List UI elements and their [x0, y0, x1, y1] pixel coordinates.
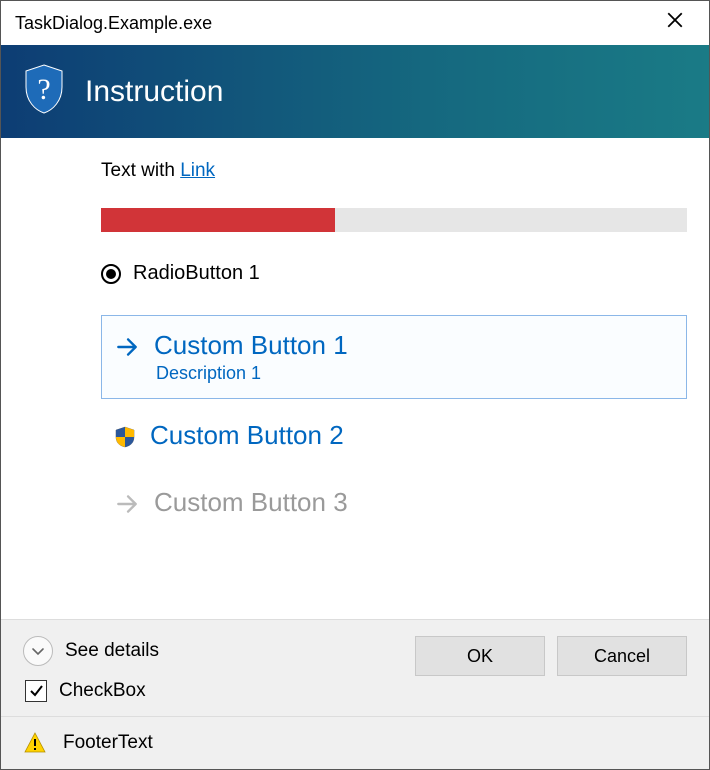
dialog-footer-controls: See details CheckBox OK Cancel: [1, 619, 709, 716]
arrow-right-icon: [114, 491, 140, 522]
arrow-right-icon: [114, 334, 140, 365]
radio-label: RadioButton 1: [133, 262, 260, 285]
verification-checkbox[interactable]: CheckBox: [25, 680, 159, 702]
command-link-title: Custom Button 1: [154, 330, 348, 361]
instruction-text: Instruction: [85, 75, 223, 109]
shield-question-icon: ?: [23, 63, 65, 120]
command-link-title: Custom Button 3: [154, 487, 348, 518]
window-title: TaskDialog.Example.exe: [15, 13, 212, 34]
chevron-down-icon: [23, 636, 53, 666]
command-link-description: Description 1: [156, 363, 348, 384]
body-text: Text with Link: [101, 160, 687, 182]
progress-fill: [101, 208, 335, 232]
uac-shield-icon: [114, 426, 136, 448]
ok-button[interactable]: OK: [415, 636, 545, 676]
title-bar: TaskDialog.Example.exe: [1, 1, 709, 45]
command-link-title: Custom Button 2: [150, 420, 344, 451]
cancel-button[interactable]: Cancel: [557, 636, 687, 676]
dialog-header: ? Instruction: [1, 45, 709, 138]
command-link-1[interactable]: Custom Button 1 Description 1: [101, 315, 687, 399]
radio-button-1[interactable]: RadioButton 1: [101, 262, 687, 285]
command-link-2[interactable]: Custom Button 2: [101, 405, 687, 466]
dialog-footer-text: FooterText: [1, 716, 709, 769]
command-links: Custom Button 1 Description 1 Custom But…: [101, 315, 687, 537]
dialog-content: Text with Link RadioButton 1 Custom Butt…: [1, 138, 709, 619]
footer-text: FooterText: [63, 732, 153, 754]
expand-toggle[interactable]: See details: [23, 636, 159, 666]
checkbox-label: CheckBox: [59, 680, 146, 702]
radio-icon: [101, 264, 121, 284]
warning-icon: [23, 731, 47, 755]
close-icon[interactable]: [655, 11, 695, 35]
body-text-prefix: Text with: [101, 160, 180, 181]
checkbox-icon: [25, 680, 47, 702]
expand-label: See details: [65, 640, 159, 662]
progress-bar: [101, 208, 687, 232]
command-link-3: Custom Button 3: [101, 472, 687, 537]
body-link[interactable]: Link: [180, 160, 215, 181]
svg-text:?: ?: [37, 73, 50, 106]
